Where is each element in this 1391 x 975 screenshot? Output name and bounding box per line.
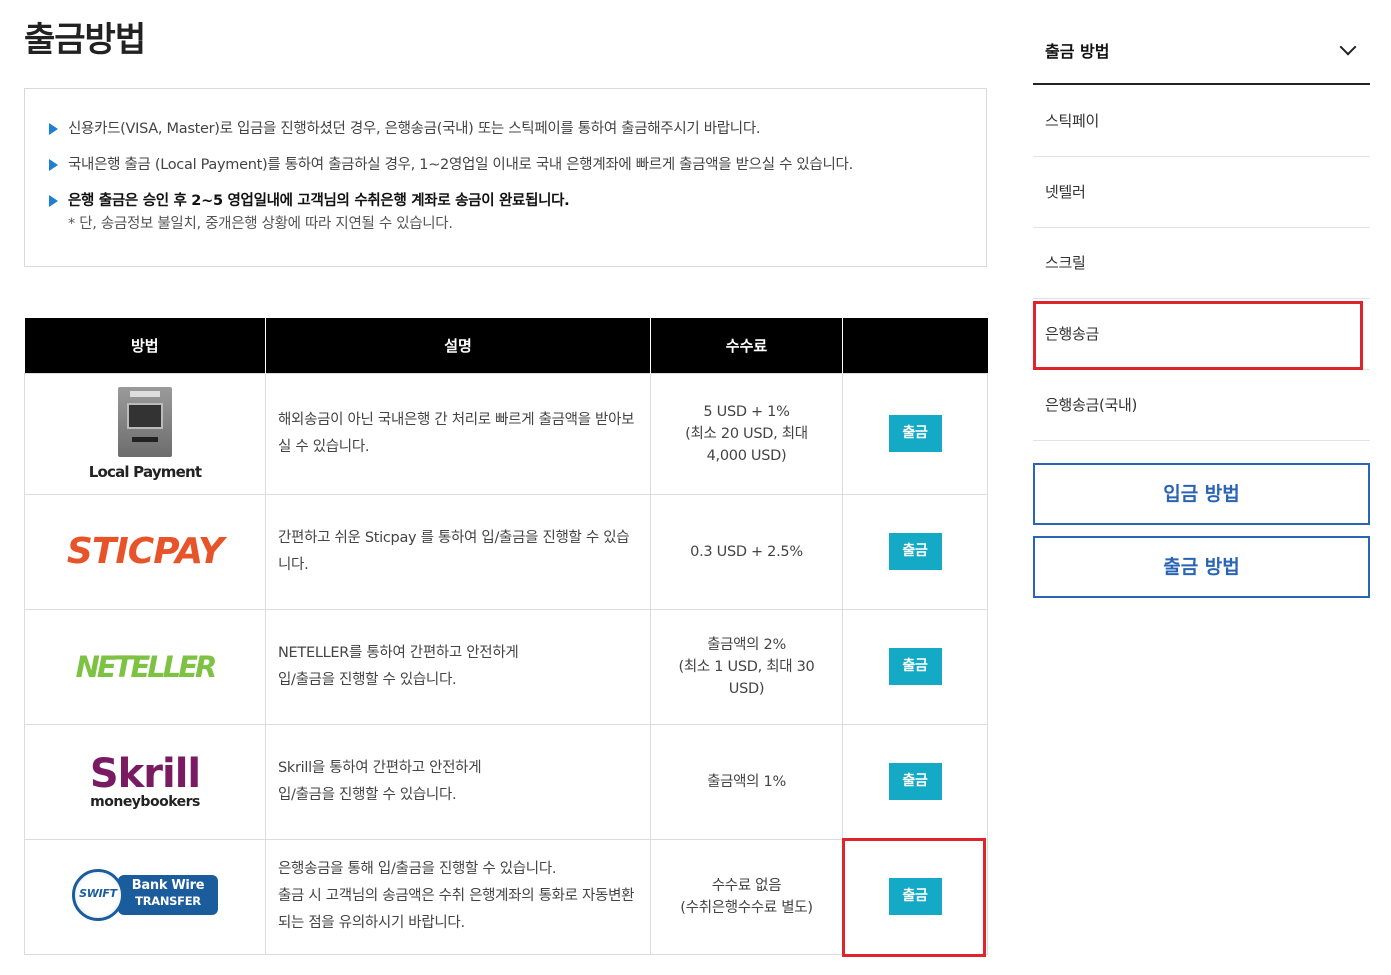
method-logo-cell: SWIFT Bank Wire TRANSFER bbox=[24, 838, 266, 955]
header-fee: 수수료 bbox=[650, 318, 843, 373]
sidebar-item-bank-wire[interactable]: 은행송금 bbox=[1033, 299, 1370, 370]
fee-line: (최소 1 USD, 최대 30 bbox=[678, 658, 815, 675]
swift-bank-wire-logo: SWIFT Bank Wire TRANSFER bbox=[72, 868, 218, 921]
page-title: 출금방법 bbox=[24, 20, 146, 60]
fee-line: (수취은행수수료 별도) bbox=[680, 899, 813, 916]
notice-box: 신용카드(VISA, Master)로 입금을 진행하셨던 경우, 은행송금(국… bbox=[24, 88, 987, 267]
withdraw-button-sticpay[interactable]: 출금 bbox=[888, 533, 942, 570]
withdrawal-methods-table: 방법 설명 수수료 Local Payment 해외송금이 아닌 국내은행 간 … bbox=[24, 318, 988, 955]
method-logo-cell: Skrill moneybookers bbox=[24, 723, 266, 840]
description-line: 입/출금을 진행할 수 있습니다. bbox=[278, 671, 457, 688]
method-description: NETELLER를 통하여 간편하고 안전하게 입/출금을 진행할 수 있습니다… bbox=[265, 608, 651, 725]
method-description: Skrill을 통하여 간편하고 안전하게 입/출금을 진행할 수 있습니다. bbox=[265, 723, 651, 840]
swift-globe-icon: SWIFT bbox=[72, 868, 124, 921]
action-cell: 출금 bbox=[842, 493, 988, 610]
method-fee: 출금액의 2% (최소 1 USD, 최대 30 USD) bbox=[650, 608, 843, 725]
header-action bbox=[842, 318, 988, 373]
notice-item: 신용카드(VISA, Master)로 입금을 진행하셨던 경우, 은행송금(국… bbox=[49, 119, 962, 139]
withdrawal-method-button[interactable]: 출금 방법 bbox=[1033, 536, 1370, 598]
moneybookers-wordmark: moneybookers bbox=[90, 793, 200, 810]
swift-text: SWIFT bbox=[79, 886, 117, 900]
fee-line: USD) bbox=[728, 680, 765, 697]
skrill-logo: Skrill bbox=[89, 750, 201, 797]
fee-line: (최소 20 USD, 최대 bbox=[685, 425, 808, 442]
notice-item: 은행 출금은 승인 후 2~5 영업일내에 고객님의 수취은행 계좌로 송금이 … bbox=[49, 191, 962, 234]
table-header-row: 방법 설명 수수료 bbox=[24, 318, 988, 373]
notice-text: 신용카드(VISA, Master)로 입금을 진행하셨던 경우, 은행송금(국… bbox=[68, 121, 761, 137]
chevron-down-icon bbox=[1339, 38, 1357, 56]
withdraw-button-local-payment[interactable]: 출금 bbox=[888, 415, 942, 452]
method-description: 간편하고 쉬운 Sticpay 를 통하여 입/출금을 진행할 수 있습니다. bbox=[265, 493, 651, 610]
sticpay-logo: STICPAY bbox=[66, 531, 224, 572]
description-line: 입/출금을 진행할 수 있습니다. bbox=[278, 786, 457, 803]
notice-item: 국내은행 출금 (Local Payment)를 통하여 출금하실 경우, 1~… bbox=[49, 155, 962, 175]
sidebar-item-neteller[interactable]: 넷텔러 bbox=[1033, 157, 1370, 228]
sidebar-item-sticpay[interactable]: 스틱페이 bbox=[1033, 86, 1370, 157]
table-row: STICPAY 간편하고 쉬운 Sticpay 를 통하여 입/출금을 진행할 … bbox=[24, 493, 988, 610]
triangle-bullet-icon bbox=[49, 159, 58, 171]
fee-line: 0.3 USD + 2.5% bbox=[690, 543, 803, 560]
method-logo-cell: NETELLER bbox=[24, 608, 266, 725]
atm-icon bbox=[114, 386, 176, 457]
withdraw-button-skrill[interactable]: 출금 bbox=[888, 763, 942, 800]
method-fee: 출금액의 1% bbox=[650, 723, 843, 840]
notice-text: 은행 출금은 승인 후 2~5 영업일내에 고객님의 수취은행 계좌로 송금이 … bbox=[68, 193, 570, 209]
method-fee: 수수료 없음 (수취은행수수료 별도) bbox=[650, 838, 843, 955]
fee-line: 4,000 USD) bbox=[706, 447, 787, 464]
sidebar-title: 출금 방법 bbox=[1045, 42, 1110, 61]
header-method: 방법 bbox=[24, 318, 266, 373]
method-fee: 5 USD + 1% (최소 20 USD, 최대 4,000 USD) bbox=[650, 372, 843, 495]
method-fee: 0.3 USD + 2.5% bbox=[650, 493, 843, 610]
table-row: Skrill moneybookers Skrill을 통하여 간편하고 안전하… bbox=[24, 723, 988, 840]
logo-caption: Local Payment bbox=[88, 462, 202, 481]
notice-subtext: * 단, 송금정보 불일치, 중개은행 상황에 따라 지연될 수 있습니다. bbox=[68, 216, 453, 232]
table-row: SWIFT Bank Wire TRANSFER 은행송금을 통해 입/출금을 … bbox=[24, 838, 988, 955]
method-logo-cell: Local Payment bbox=[24, 372, 266, 495]
neteller-logo: NETELLER bbox=[75, 649, 218, 684]
deposit-method-button[interactable]: 입금 방법 bbox=[1033, 463, 1370, 525]
table-row: Local Payment 해외송금이 아닌 국내은행 간 처리로 빠르게 출금… bbox=[24, 372, 988, 495]
method-description: 해외송금이 아닌 국내은행 간 처리로 빠르게 출금액을 받아보실 수 있습니다… bbox=[265, 372, 651, 495]
fee-line: 5 USD + 1% bbox=[703, 403, 790, 420]
bank-wire-badge: Bank Wire TRANSFER bbox=[118, 874, 218, 915]
sidebar-header[interactable]: 출금 방법 bbox=[1033, 24, 1370, 85]
description-line: NETELLER를 통하여 간편하고 안전하게 bbox=[278, 644, 519, 661]
action-cell: 출금 bbox=[842, 372, 988, 495]
table-row: NETELLER NETELLER를 통하여 간편하고 안전하게 입/출금을 진… bbox=[24, 608, 988, 725]
notice-text: 국내은행 출금 (Local Payment)를 통하여 출금하실 경우, 1~… bbox=[68, 157, 853, 173]
withdraw-button-bank-wire[interactable]: 출금 bbox=[888, 878, 942, 915]
action-cell: 출금 bbox=[842, 723, 988, 840]
fee-line: 출금액의 2% bbox=[707, 636, 786, 653]
method-logo-cell: STICPAY bbox=[24, 493, 266, 610]
withdraw-button-neteller[interactable]: 출금 bbox=[888, 648, 942, 685]
sidebar-item-bank-wire-domestic[interactable]: 은행송금(국내) bbox=[1033, 370, 1370, 441]
description-line: 은행송금을 통해 입/출금을 진행할 수 있습니다. bbox=[278, 861, 557, 877]
action-cell: 출금 bbox=[842, 838, 988, 955]
fee-line: 출금액의 1% bbox=[707, 773, 786, 790]
description-line: Skrill을 통하여 간편하고 안전하게 bbox=[278, 759, 482, 776]
badge-line: Bank Wire bbox=[131, 877, 205, 893]
triangle-bullet-icon bbox=[49, 123, 58, 135]
action-cell: 출금 bbox=[842, 608, 988, 725]
method-description: 은행송금을 통해 입/출금을 진행할 수 있습니다. 출금 시 고객님의 송금액… bbox=[265, 838, 651, 955]
sidebar-item-skrill[interactable]: 스크릴 bbox=[1033, 228, 1370, 299]
description-line: 출금 시 고객님의 송금액은 수취 은행계좌의 통화로 자동변환되는 점을 유의… bbox=[278, 888, 635, 931]
badge-line: TRANSFER bbox=[135, 893, 201, 908]
header-description: 설명 bbox=[265, 318, 651, 373]
fee-line: 수수료 없음 bbox=[711, 877, 782, 894]
triangle-bullet-icon bbox=[49, 195, 58, 207]
